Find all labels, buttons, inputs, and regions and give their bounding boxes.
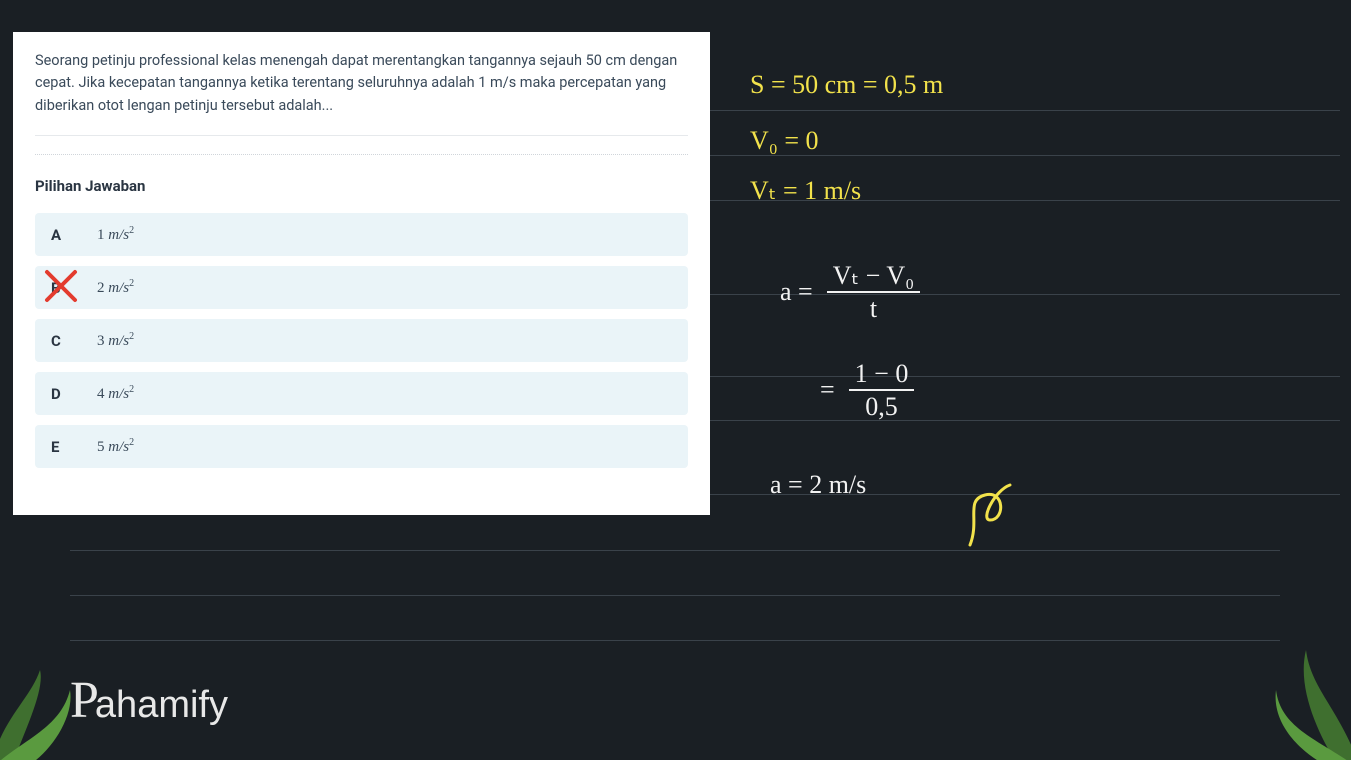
formula-fraction: Vₜ − V₀ t [827, 262, 920, 323]
substitution-fraction: 1 − 0 0,5 [849, 360, 915, 421]
dotted-divider [35, 154, 688, 155]
ruled-line [70, 550, 1280, 551]
answer-letter: A [51, 226, 69, 244]
answer-value: 5 m/s2 [97, 437, 134, 456]
brand-name: ahamify [95, 684, 228, 727]
given-distance: S = 50 cm = 0,5 m [750, 70, 943, 100]
answer-section-title: Pilihan Jawaban [35, 177, 688, 195]
answer-letter: C [51, 332, 69, 350]
given-vt: Vₜ = 1 m/s [750, 176, 861, 206]
formula-numerator: Vₜ − V₀ [827, 262, 920, 293]
divider [35, 135, 688, 136]
answer-value: 4 m/s2 [97, 384, 134, 403]
question-card: Seorang petinju professional kelas menen… [13, 32, 710, 515]
answer-option-c[interactable]: C 3 m/s2 [35, 319, 688, 362]
answer-list: A 1 m/s2 B 2 m/s2 C 3 m/s2 D [35, 213, 688, 468]
ruled-line [70, 595, 1280, 596]
doodle-loop-icon [960, 480, 1020, 550]
answer-option-a[interactable]: A 1 m/s2 [35, 213, 688, 256]
given-v0: V₀ = 0 [750, 126, 819, 156]
substitution-equals: = [820, 375, 835, 405]
leaf-decoration-right-icon [1241, 620, 1351, 760]
answer-value: 3 m/s2 [97, 331, 134, 350]
answer-letter: D [51, 385, 69, 403]
answer-letter: B [51, 279, 69, 297]
brand-logo: Pahamify [70, 671, 228, 730]
answer-value: 1 m/s2 [97, 225, 134, 244]
ruled-line [70, 640, 1280, 641]
result: a = 2 m/s [770, 470, 866, 500]
substitution: = 1 − 0 0,5 [820, 360, 914, 421]
answer-option-b[interactable]: B 2 m/s2 [35, 266, 688, 309]
answer-letter: E [51, 438, 69, 456]
answer-option-e[interactable]: E 5 m/s2 [35, 425, 688, 468]
formula-denominator: t [870, 293, 877, 322]
substitution-denominator: 0,5 [865, 391, 898, 420]
answer-value: 2 m/s2 [97, 278, 134, 297]
whiteboard-area: S = 50 cm = 0,5 m V₀ = 0 Vₜ = 1 m/s a = … [720, 40, 1340, 600]
formula-acceleration: a = Vₜ − V₀ t [780, 262, 920, 323]
substitution-numerator: 1 − 0 [849, 360, 915, 391]
formula-lhs: a = [780, 277, 813, 307]
answer-option-d[interactable]: D 4 m/s2 [35, 372, 688, 415]
question-text: Seorang petinju professional kelas menen… [35, 50, 688, 117]
